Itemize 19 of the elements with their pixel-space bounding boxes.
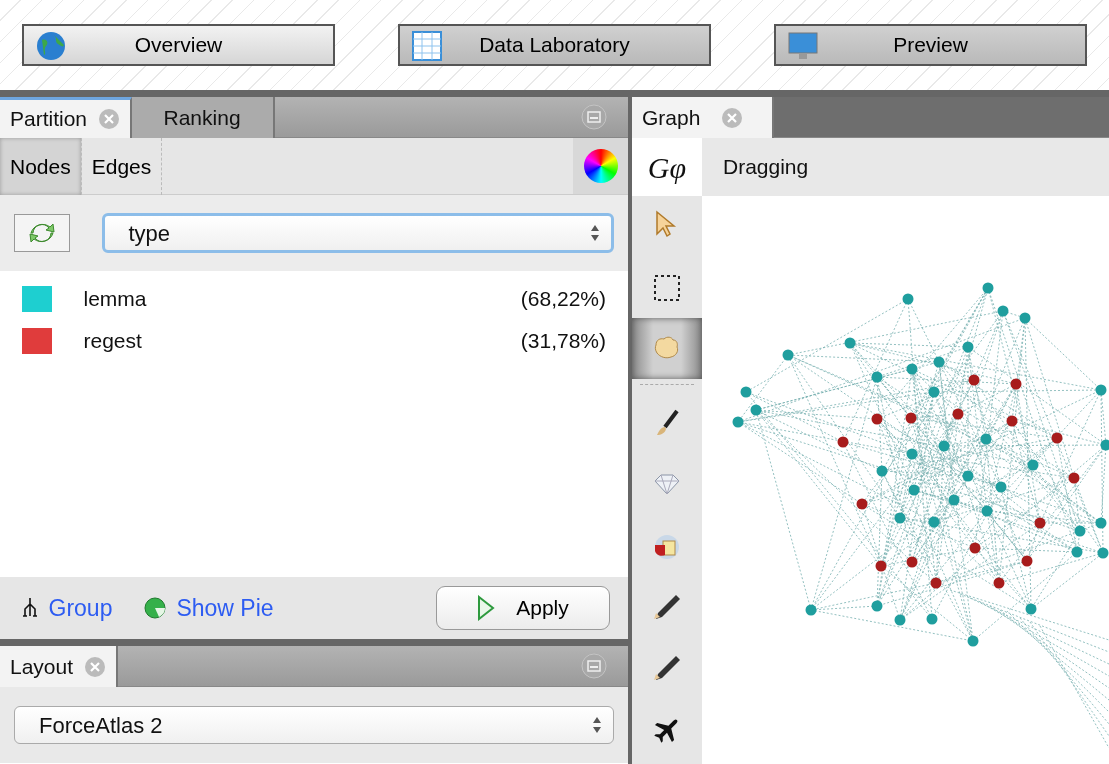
- perspective-button[interactable]: Preview: [774, 24, 1087, 66]
- link[interactable]: Group: [48, 590, 113, 626]
- legend-label: regest: [83, 328, 142, 354]
- legend-percent: (68,22%): [520, 286, 606, 312]
- panel-tab[interactable]: Graph: [632, 97, 774, 138]
- legend-percent: (31,78%): [520, 328, 606, 354]
- legend-label: lemma: [83, 286, 147, 312]
- tool-label: Dragging: [723, 154, 809, 181]
- algorithm-select[interactable]: ForceAtlas 2: [14, 706, 614, 744]
- panel-tab[interactable]: Partition: [0, 97, 132, 138]
- perspective-button[interactable]: Data Laboratory: [398, 24, 711, 66]
- panel-tab[interactable]: Ranking: [131, 97, 275, 138]
- perspective-button[interactable]: Overview: [22, 24, 335, 66]
- apply-button[interactable]: Apply: [436, 586, 610, 630]
- panel-tab[interactable]: Layout: [0, 646, 118, 687]
- logo: Gφ: [632, 138, 702, 196]
- attribute-select[interactable]: type: [101, 213, 614, 253]
- link[interactable]: Show Pie: [176, 590, 274, 626]
- subtab[interactable]: Nodes: [0, 138, 82, 195]
